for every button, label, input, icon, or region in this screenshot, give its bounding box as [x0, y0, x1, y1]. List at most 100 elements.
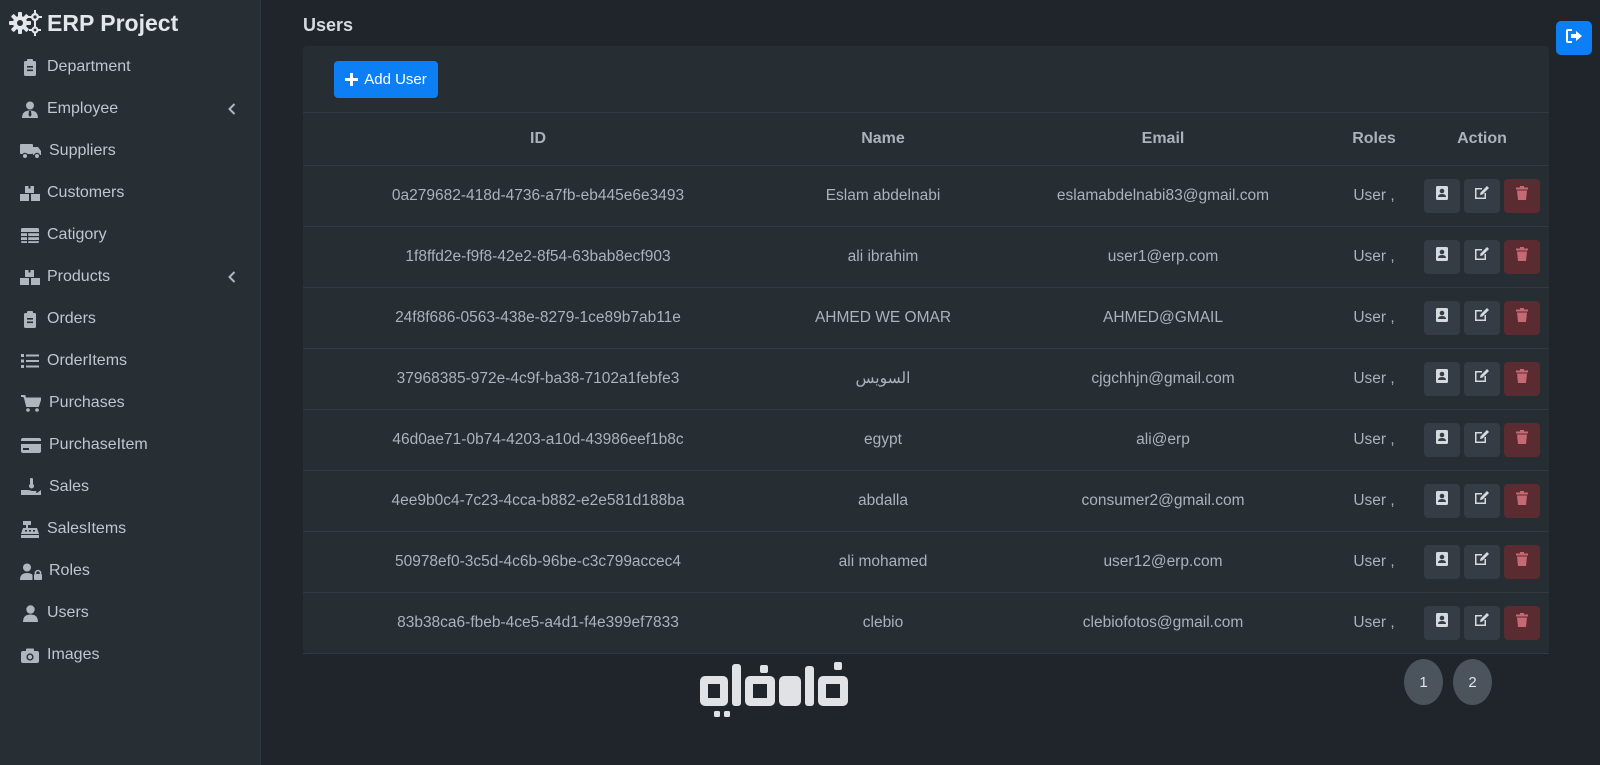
cell-id: 1f8ffd2e-f9f8-42e2-8f54-63bab8ecf903 [303, 226, 773, 288]
pagination: 1 2 [1404, 659, 1492, 705]
cell-id: 4ee9b0c4-7c23-4cca-b882-e2e581d188ba [303, 470, 773, 532]
delete-user-button[interactable] [1504, 178, 1540, 213]
delete-user-button[interactable] [1504, 239, 1540, 274]
credit-card-icon [19, 436, 43, 454]
sidebar-item-label: Employee [47, 100, 119, 117]
add-user-button[interactable]: Add User [334, 61, 438, 98]
sidebar-item-label: SalesItems [47, 520, 127, 537]
delete-user-button[interactable] [1504, 544, 1540, 579]
edit-user-button[interactable] [1464, 178, 1500, 213]
view-user-button[interactable] [1424, 544, 1460, 579]
id-badge-icon [1436, 369, 1448, 388]
column-header-id[interactable]: ID [303, 113, 773, 166]
view-user-button[interactable] [1424, 422, 1460, 457]
sidebar-item-label: PurchaseItem [49, 436, 148, 453]
sidebar-item-sales[interactable]: Sales [0, 466, 260, 508]
sidebar-item-purchases[interactable]: Purchases [0, 382, 260, 424]
card-header: Add User [303, 46, 1549, 113]
cell-roles: User , [1333, 409, 1415, 471]
sidebar-nav: Department Employee Suppliers Customers [0, 46, 260, 676]
trash-icon [1516, 491, 1528, 510]
user-icon [19, 604, 41, 622]
cell-actions [1415, 592, 1549, 654]
brand-title: ERP Project [47, 9, 179, 36]
view-user-button[interactable] [1424, 361, 1460, 396]
edit-icon [1474, 308, 1490, 327]
sidebar-item-department[interactable]: Department [0, 46, 260, 88]
cell-id: 83b38ca6-fbeb-4ce5-a4d1-f4e399ef7833 [303, 592, 773, 654]
chevron-left-icon[interactable] [228, 102, 238, 116]
cell-id: 37968385-972e-4c9f-ba38-7102a1febfe3 [303, 348, 773, 410]
trash-icon [1516, 247, 1528, 266]
sidebar-item-salesitems[interactable]: SalesItems [0, 508, 260, 550]
page-button-1[interactable]: 1 [1404, 659, 1443, 705]
column-header-name[interactable]: Name [773, 113, 993, 166]
sidebar-item-label: OrderItems [47, 352, 128, 369]
view-user-button[interactable] [1424, 605, 1460, 640]
sidebar-item-products[interactable]: Products [0, 256, 260, 298]
sidebar-item-purchaseitem[interactable]: PurchaseItem [0, 424, 260, 466]
column-header-roles[interactable]: Roles [1333, 113, 1415, 166]
edit-user-button[interactable] [1464, 605, 1500, 640]
delete-user-button[interactable] [1504, 300, 1540, 335]
sidebar-item-employee[interactable]: Employee [0, 88, 260, 130]
edit-user-button[interactable] [1464, 361, 1500, 396]
delete-user-button[interactable] [1504, 605, 1540, 640]
cell-email: eslamabdelnabi83@gmail.com [993, 165, 1333, 227]
edit-icon [1474, 430, 1490, 449]
sidebar-item-customers[interactable]: Customers [0, 172, 260, 214]
cell-id: 50978ef0-3c5d-4c6b-96be-c3c799accec4 [303, 531, 773, 593]
table-body: 0a279682-418d-4736-a7fb-eb445e6e3493 Esla… [303, 165, 1549, 654]
sidebar-item-label: Images [47, 646, 100, 663]
edit-user-button[interactable] [1464, 239, 1500, 274]
cell-email: user1@erp.com [993, 226, 1333, 288]
brand[interactable]: ERP Project [0, 0, 260, 46]
view-user-button[interactable] [1424, 239, 1460, 274]
sidebar-item-orderitems[interactable]: OrderItems [0, 340, 260, 382]
sidebar-item-label: Suppliers [49, 142, 116, 159]
sidebar-item-images[interactable]: Images [0, 634, 260, 676]
table-row: 50978ef0-3c5d-4c6b-96be-c3c799accec4 ali … [303, 531, 1549, 593]
cell-roles: User , [1333, 592, 1415, 654]
edit-icon [1474, 491, 1490, 510]
plus-icon [345, 73, 359, 86]
cell-name: clebio [773, 592, 993, 654]
id-badge-icon [1436, 186, 1448, 205]
sidebar-item-catigory[interactable]: Catigory [0, 214, 260, 256]
sidebar-item-orders[interactable]: Orders [0, 298, 260, 340]
edit-user-button[interactable] [1464, 422, 1500, 457]
clipboard-icon [19, 58, 41, 76]
sidebar-item-users[interactable]: Users [0, 592, 260, 634]
logout-button[interactable] [1556, 21, 1592, 55]
delete-user-button[interactable] [1504, 361, 1540, 396]
delete-user-button[interactable] [1504, 483, 1540, 518]
delete-user-button[interactable] [1504, 422, 1540, 457]
trash-icon [1516, 613, 1528, 632]
cash-register-icon [19, 520, 41, 538]
view-user-button[interactable] [1424, 300, 1460, 335]
table-header-row: ID Name Email Roles Action [303, 113, 1549, 166]
edit-user-button[interactable] [1464, 483, 1500, 518]
chevron-left-icon[interactable] [228, 270, 238, 284]
cell-roles: User , [1333, 531, 1415, 593]
edit-user-button[interactable] [1464, 300, 1500, 335]
cell-actions [1415, 470, 1549, 532]
clipboard-icon [19, 310, 41, 328]
cell-actions [1415, 348, 1549, 410]
table-icon [19, 226, 41, 244]
table-row: 24f8f686-0563-438e-8279-1ce89b7ab11e AHME… [303, 287, 1549, 349]
cell-roles: User , [1333, 348, 1415, 410]
column-header-email[interactable]: Email [993, 113, 1333, 166]
sidebar-item-roles[interactable]: Roles [0, 550, 260, 592]
edit-user-button[interactable] [1464, 544, 1500, 579]
view-user-button[interactable] [1424, 483, 1460, 518]
cogs-icon [9, 9, 42, 37]
users-table: ID Name Email Roles Action 0a279682-418d… [303, 113, 1549, 654]
id-badge-icon [1436, 247, 1448, 266]
sign-out-icon [1566, 28, 1582, 48]
sidebar-item-suppliers[interactable]: Suppliers [0, 130, 260, 172]
row-actions [1415, 300, 1549, 335]
view-user-button[interactable] [1424, 178, 1460, 213]
page-button-2[interactable]: 2 [1453, 659, 1492, 705]
cell-email: cjgchhjn@gmail.com [993, 348, 1333, 410]
